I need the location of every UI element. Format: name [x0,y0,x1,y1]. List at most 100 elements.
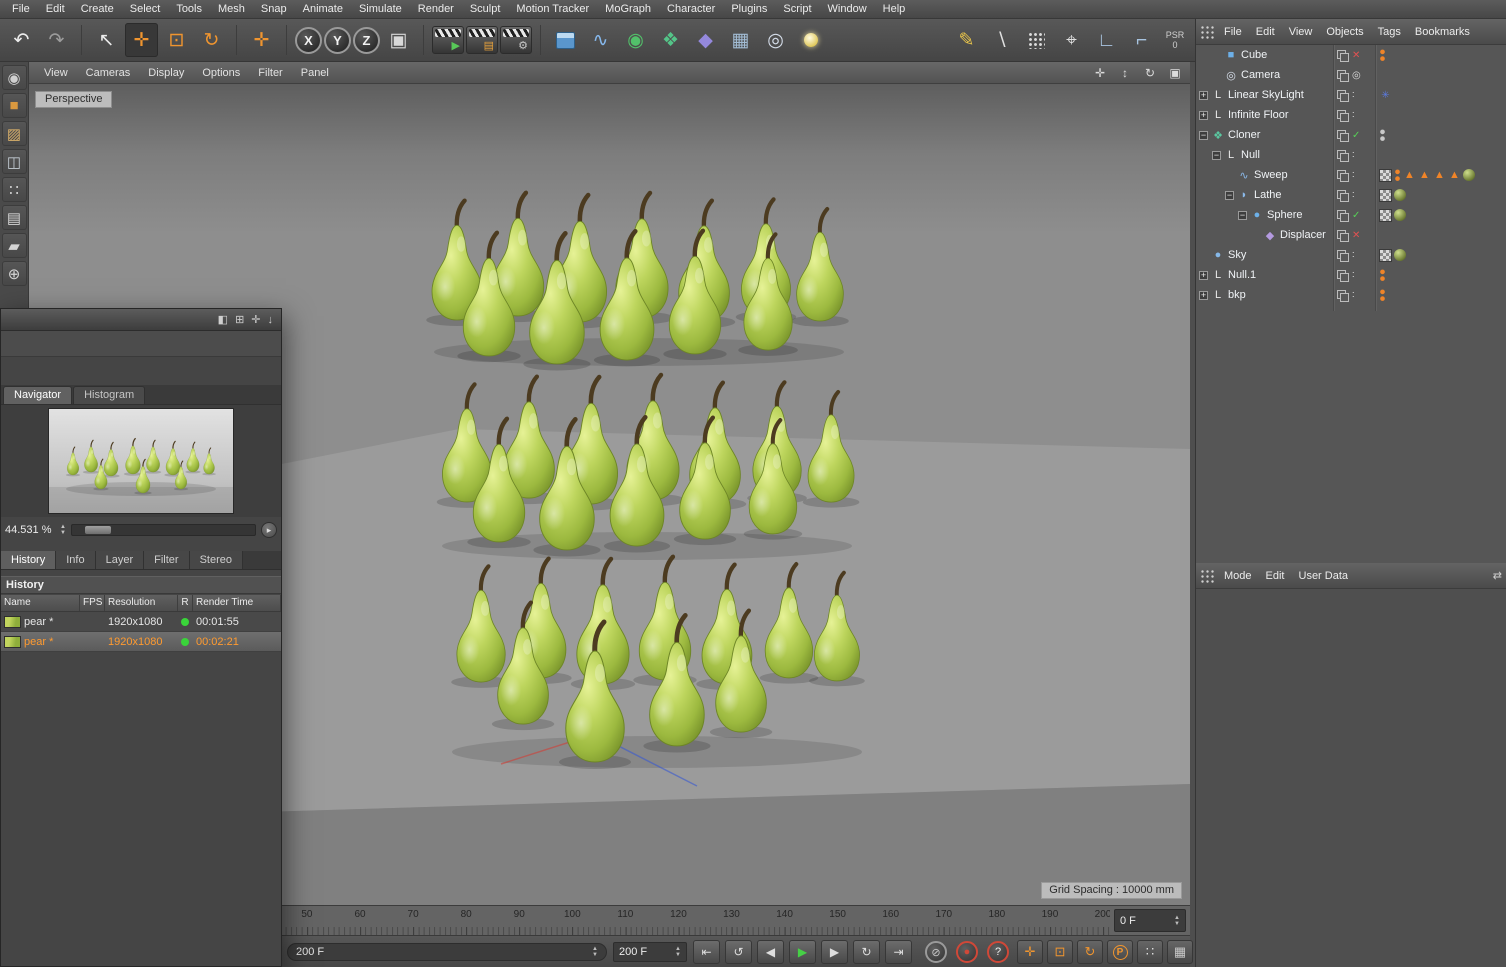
menu-character[interactable]: Character [659,3,723,15]
object-row-null[interactable]: − L Null ∶ [1196,145,1506,165]
object-row-lathe[interactable]: − ◗ Lathe ∶ [1196,185,1506,205]
menu-mograph[interactable]: MoGraph [597,3,659,15]
visibility-dots-icon[interactable]: ∶ [1352,250,1355,261]
goto-start-button[interactable]: ⇤ [693,940,720,964]
workplane-lock-button[interactable]: ⌐ [1125,23,1158,57]
lock-y-axis-button[interactable]: Y [324,26,351,54]
move-tool-button[interactable]: ✛ [125,23,158,57]
menu-simulate[interactable]: Simulate [351,3,410,15]
visibility-cross-icon[interactable]: ✕ [1352,50,1360,61]
layer-toggle-icon[interactable] [1337,249,1349,262]
orange-dots-tag[interactable] [1394,168,1401,182]
knife-tool-button[interactable]: ∖ [985,23,1018,57]
enable-axis-mode-button[interactable]: ⊕ [1,261,27,286]
render-settings-button[interactable]: ⚙ [500,26,532,54]
record-parameter-button[interactable]: P [1107,940,1133,964]
tab-history[interactable]: History [1,551,57,569]
layer-toggle-icon[interactable] [1337,209,1349,222]
object-row-sweep[interactable]: ∿ Sweep ∶ ▲ ▲ ▲ ▲ [1196,165,1506,185]
object-row-cube[interactable]: ■ Cube ✕ [1196,45,1506,65]
checker-tag[interactable] [1379,248,1392,262]
psr-indicator-button[interactable]: PSR 0 [1160,23,1190,57]
live-selection-button[interactable]: ↖ [90,23,123,57]
menu-plugins[interactable]: Plugins [723,3,775,15]
frame-spinner-arrows[interactable]: ▲ ▼ [1174,915,1180,927]
scale-tool-button[interactable]: ⊡ [160,23,193,57]
navigator-thumbnail[interactable] [48,408,234,514]
goto-end-button[interactable]: ⇥ [885,940,912,964]
zoom-slider[interactable] [70,524,256,536]
object-row-sphere[interactable]: − ● Sphere ✓ [1196,205,1506,225]
view-label[interactable]: Perspective [35,91,113,108]
tab-navigator[interactable]: Navigator [3,386,73,404]
layer-toggle-icon[interactable] [1337,109,1349,122]
orange-dots-tag[interactable] [1379,288,1386,302]
viewport-menu-options[interactable]: Options [193,67,249,79]
layer-toggle-icon[interactable] [1337,129,1349,142]
undo-button[interactable]: ↶ [5,23,38,57]
tab-stereo[interactable]: Stereo [189,551,243,569]
menu-window[interactable]: Window [820,3,875,15]
zoom-fit-button[interactable]: ▸ [261,522,277,538]
picture-viewer-title-bar[interactable]: ◧ ⊞ ✛ ↓ [1,309,281,331]
menu-animate[interactable]: Animate [295,3,351,15]
stack-window-icon[interactable]: ⊞ [235,313,244,326]
layer-toggle-icon[interactable] [1337,169,1349,182]
object-row-sky[interactable]: ● Sky ∶ [1196,245,1506,265]
layer-toggle-icon[interactable] [1337,189,1349,202]
rotate-tool-button[interactable]: ↻ [195,23,228,57]
coordinate-system-button[interactable]: ▣ [382,23,415,57]
modeling-axis-button[interactable]: ⌖ [1055,23,1088,57]
om-menu-edit[interactable]: Edit [1249,26,1282,38]
viewport-menu-cameras[interactable]: Cameras [77,67,140,79]
toggle-view-icon[interactable]: ▣ [1166,65,1184,81]
menu-select[interactable]: Select [122,3,169,15]
loop-playback-button[interactable]: ↻ [853,940,880,964]
visibility-target-icon[interactable]: ◎ [1352,70,1361,81]
sphere-tag[interactable] [1394,189,1406,201]
object-row-cloner[interactable]: − ❖ Cloner ✓ [1196,125,1506,145]
visibility-dots-icon[interactable]: ∶ [1352,170,1355,181]
next-frame-button[interactable]: ▶ [821,940,848,964]
am-menu-edit[interactable]: Edit [1259,570,1292,582]
menu-motion-tracker[interactable]: Motion Tracker [508,3,597,15]
om-menu-tags[interactable]: Tags [1371,26,1408,38]
menu-sculpt[interactable]: Sculpt [462,3,509,15]
menu-mesh[interactable]: Mesh [210,3,253,15]
column-header-render-time[interactable]: Render Time [193,595,281,611]
panel-grip-icon[interactable] [1200,24,1214,39]
spline-pen-button[interactable]: ∿ [584,23,617,57]
viewport-menu-panel[interactable]: Panel [292,67,338,79]
texture-mode-button[interactable]: ▨ [1,121,27,146]
history-row[interactable]: pear * 1920x1080 00:02:21 [1,632,281,652]
dock-window-icon[interactable]: ◧ [218,313,228,326]
play-forward-button[interactable]: ▶ [789,940,816,964]
layer-toggle-icon[interactable] [1337,149,1349,162]
viewport-menu-view[interactable]: View [35,67,77,79]
collapse-icon[interactable]: − [1238,210,1247,220]
visibility-cross-icon[interactable]: ✕ [1352,230,1360,241]
collapse-window-icon[interactable]: ↓ [268,314,274,326]
rotate-view-icon[interactable]: ↻ [1141,65,1159,81]
column-header-resolution[interactable]: Resolution [105,595,178,611]
deformer-button[interactable]: ◆ [689,23,722,57]
lock-x-axis-button[interactable]: X [295,26,322,54]
zoom-stepper[interactable]: ▲ ▼ [60,524,66,536]
visibility-dots-icon[interactable]: ∶ [1352,290,1355,301]
object-row-camera[interactable]: ◎ Camera ◎ [1196,65,1506,85]
triangle-tag[interactable]: ▲ [1433,169,1446,182]
floor-object-button[interactable]: ▦ [724,23,757,57]
subdivision-surface-button[interactable]: ◉ [619,23,652,57]
record-keyframe-button[interactable]: ● [956,941,978,963]
visibility-check-icon[interactable]: ✓ [1352,130,1360,141]
last-used-tool-button[interactable]: ✛ [245,23,278,57]
om-menu-view[interactable]: View [1282,26,1320,38]
preview-range-slider[interactable]: 200 F ▲ ▼ [287,943,607,961]
layer-toggle-icon[interactable] [1337,49,1349,62]
menu-render[interactable]: Render [410,3,462,15]
visibility-dots-icon[interactable]: ∶ [1352,190,1355,201]
move-window-icon[interactable]: ✛ [251,313,260,326]
visibility-dots-icon[interactable]: ∶ [1352,90,1355,101]
orange-dots-tag[interactable] [1379,268,1386,282]
object-row-displacer[interactable]: ◆ Displacer ✕ [1196,225,1506,245]
